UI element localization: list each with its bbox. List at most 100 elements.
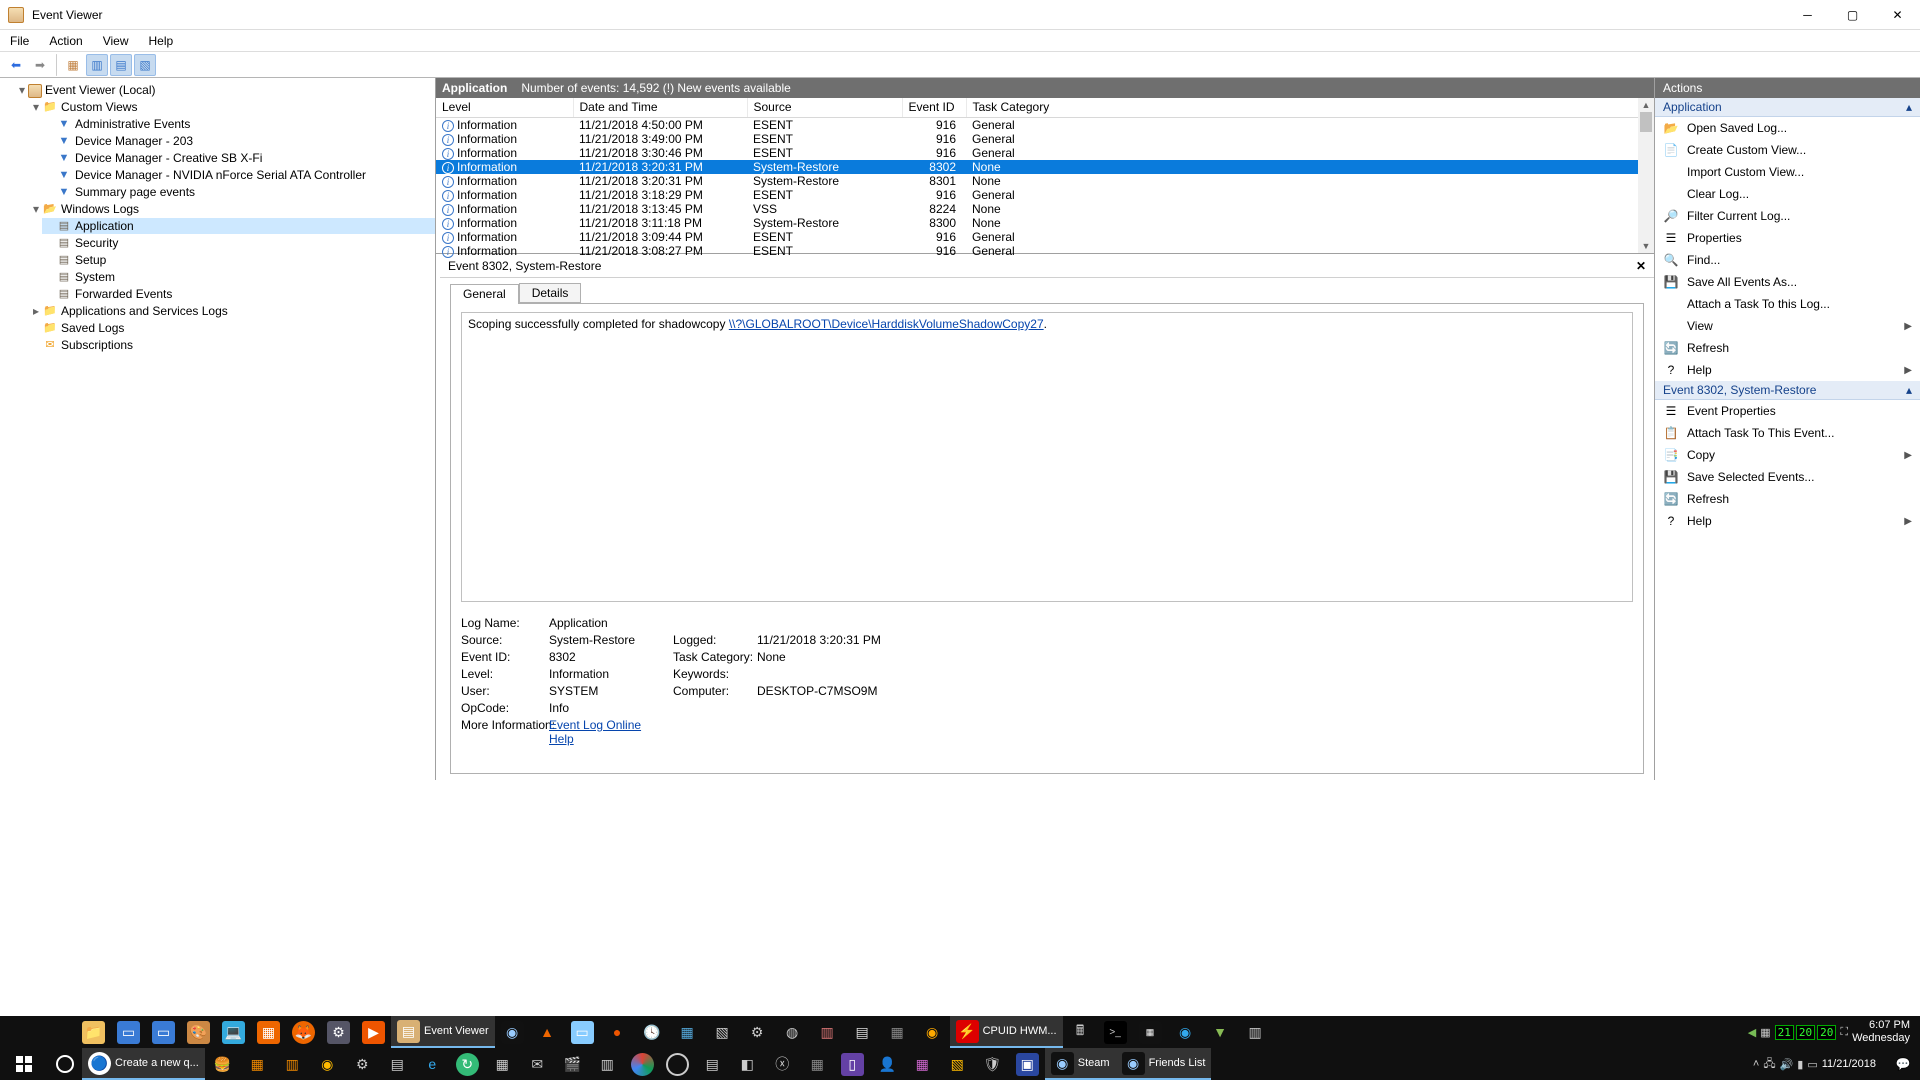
event-grid[interactable]: Level Date and Time Source Event ID Task… (436, 98, 1654, 254)
taskbar-app[interactable]: ▦ (485, 1048, 520, 1080)
taskbar-clock[interactable]: 🕓 (635, 1016, 670, 1048)
tree-node[interactable]: Administrative Events (75, 117, 190, 132)
minimize-button[interactable]: ─ (1785, 0, 1830, 30)
taskbar-twitch[interactable]: ▯ (835, 1048, 870, 1080)
tray-overflow-icon[interactable]: ˄ (1753, 1058, 1759, 1070)
taskbar-hwmonitor[interactable]: ⚡CPUID HWM... (950, 1016, 1063, 1048)
taskbar-app[interactable]: 👤 (870, 1048, 905, 1080)
taskbar-app[interactable]: ◍ (775, 1016, 810, 1048)
cortana-button[interactable] (48, 1055, 82, 1073)
nav-forward-button[interactable]: ➡ (29, 54, 51, 76)
tree-node[interactable]: Device Manager - 203 (75, 134, 193, 149)
taskbar-app[interactable]: ⚙ (740, 1016, 775, 1048)
action-item[interactable]: Import Custom View... (1655, 161, 1920, 183)
grid-scrollbar[interactable]: ▲ ▼ (1638, 98, 1654, 253)
taskbar-calculator[interactable]: 🖩 (1063, 1016, 1098, 1048)
action-item[interactable]: 🔄Refresh (1655, 488, 1920, 510)
tree-node-application[interactable]: Application (75, 219, 134, 234)
taskbar-app[interactable]: ▶ (356, 1016, 391, 1048)
taskbar-app[interactable]: ▣ (1010, 1048, 1045, 1080)
taskbar-app[interactable]: ▦ (251, 1016, 286, 1048)
menu-file[interactable]: File (0, 30, 39, 52)
actions-group-application[interactable]: Application▴ (1655, 98, 1920, 117)
event-row[interactable]: iInformation11/21/2018 3:30:46 PMESENT91… (436, 146, 1654, 160)
taskbar-app[interactable]: ▦ (240, 1048, 275, 1080)
taskbar-app[interactable]: 🎨 (181, 1016, 216, 1048)
taskbar-app[interactable]: ▥ (590, 1048, 625, 1080)
taskbar-app[interactable]: ▼ (1203, 1016, 1238, 1048)
tree-node-saved-logs[interactable]: Saved Logs (61, 321, 124, 336)
col-source[interactable]: Source (747, 98, 902, 117)
collapse-icon[interactable]: ▴ (1906, 100, 1912, 114)
taskbar-app[interactable]: ▥ (275, 1048, 310, 1080)
col-taskcat[interactable]: Task Category (966, 98, 1654, 117)
taskbar-defender[interactable]: 🛡 (975, 1048, 1010, 1080)
tree-node-windows-logs[interactable]: Windows Logs (61, 202, 139, 217)
taskbar-app[interactable]: ▧ (705, 1016, 740, 1048)
tray-language-icon[interactable]: ▭ (1807, 1058, 1817, 1071)
navigation-tree[interactable]: ▾Event Viewer (Local) ▾📁Custom Views ▼Ad… (0, 78, 436, 780)
taskbar-app[interactable]: ▭ (565, 1016, 600, 1048)
tree-node-forwarded[interactable]: Forwarded Events (75, 287, 172, 302)
scroll-up-icon[interactable]: ▲ (1638, 98, 1654, 112)
action-item[interactable]: 💾Save Selected Events... (1655, 466, 1920, 488)
tree-node-subscriptions[interactable]: Subscriptions (61, 338, 133, 353)
taskbar-settings[interactable]: ⚙ (345, 1048, 380, 1080)
taskbar-app[interactable]: ◉ (1168, 1016, 1203, 1048)
taskbar-steam-running[interactable]: ◉Steam (1045, 1048, 1116, 1080)
taskbar[interactable]: 📁 ▭ ▭ 🎨 💻 ▦ 🦊 ⚙ ▶ ▤Event Viewer ◉ ▲ ▭ ● … (0, 1016, 1920, 1080)
taskbar-app[interactable]: ↻ (450, 1048, 485, 1080)
event-row[interactable]: iInformation11/21/2018 3:20:31 PMSystem-… (436, 160, 1654, 174)
tree-twisty[interactable]: ▸ (30, 304, 42, 319)
taskbar-app[interactable]: 🍔 (205, 1048, 240, 1080)
taskbar-clock-top[interactable]: 6:07 PM Wednesday (1852, 1019, 1920, 1045)
taskbar-app[interactable]: ◧ (730, 1048, 765, 1080)
col-level[interactable]: Level (436, 98, 573, 117)
taskbar-app[interactable]: ▦ (800, 1048, 835, 1080)
show-hide-action-pane-button[interactable]: ▤ (110, 54, 132, 76)
action-item[interactable]: Attach a Task To this Log... (1655, 293, 1920, 315)
taskbar-app[interactable]: ▭ (111, 1016, 146, 1048)
taskbar-app[interactable]: ▤ (845, 1016, 880, 1048)
taskbar-app[interactable]: ▥ (1238, 1016, 1273, 1048)
action-item[interactable]: 📋Attach Task To This Event... (1655, 422, 1920, 444)
toolbar-button-a[interactable]: ▥ (86, 54, 108, 76)
tree-twisty[interactable]: ▾ (16, 83, 28, 98)
taskbar-vlc[interactable]: ▲ (530, 1016, 565, 1048)
gpu-temps[interactable]: 212020 (1775, 1025, 1837, 1040)
taskbar-app[interactable]: ▧ (940, 1048, 975, 1080)
taskbar-app[interactable]: ▦ (905, 1048, 940, 1080)
event-row[interactable]: iInformation11/21/2018 3:09:44 PMESENT91… (436, 230, 1654, 244)
shadowcopy-link[interactable]: \\?\GLOBALROOT\Device\HarddiskVolumeShad… (729, 317, 1044, 331)
action-item[interactable]: 📄Create Custom View... (1655, 139, 1920, 161)
taskbar-app[interactable]: ▦ (880, 1016, 915, 1048)
taskbar-chrome[interactable]: 🔵Create a new q... (82, 1048, 205, 1080)
taskbar-date-bottom[interactable]: 11/21/2018 (1822, 1058, 1886, 1071)
tree-node-custom-views[interactable]: Custom Views (61, 100, 137, 115)
menu-help[interactable]: Help (139, 30, 184, 52)
tray-icon[interactable]: ▦ (1760, 1026, 1770, 1039)
taskbar-friends-list[interactable]: ◉Friends List (1116, 1048, 1212, 1080)
event-row[interactable]: iInformation11/21/2018 3:11:18 PMSystem-… (436, 216, 1654, 230)
tray-network-icon[interactable]: 🖧 (1763, 1055, 1775, 1074)
taskbar-event-viewer[interactable]: ▤Event Viewer (391, 1016, 495, 1048)
taskbar-file-explorer[interactable]: 📁 (76, 1016, 111, 1048)
maximize-button[interactable]: ▢ (1830, 0, 1875, 30)
tree-node-system[interactable]: System (75, 270, 115, 285)
tray-icon[interactable]: ▮ (1797, 1058, 1803, 1071)
actions-group-event[interactable]: Event 8302, System-Restore▴ (1655, 381, 1920, 400)
taskbar-app[interactable]: ▦ (1133, 1016, 1168, 1048)
action-item[interactable]: 🔎Filter Current Log... (1655, 205, 1920, 227)
action-item[interactable]: 📑Copy▶ (1655, 444, 1920, 466)
taskbar-app[interactable]: 💻 (216, 1016, 251, 1048)
detail-close-button[interactable]: ✕ (1636, 259, 1646, 273)
taskbar-app[interactable]: ▤ (380, 1048, 415, 1080)
event-row[interactable]: iInformation11/21/2018 4:50:00 PMESENT91… (436, 117, 1654, 132)
action-item[interactable]: 📂Open Saved Log... (1655, 117, 1920, 139)
menu-action[interactable]: Action (39, 30, 92, 52)
action-center-button[interactable]: 💬 (1886, 1057, 1920, 1071)
event-row[interactable]: iInformation11/21/2018 3:49:00 PMESENT91… (436, 132, 1654, 146)
collapse-icon[interactable]: ▴ (1906, 383, 1912, 397)
tree-node[interactable]: Summary page events (75, 185, 195, 200)
refresh-button[interactable]: ▧ (134, 54, 156, 76)
